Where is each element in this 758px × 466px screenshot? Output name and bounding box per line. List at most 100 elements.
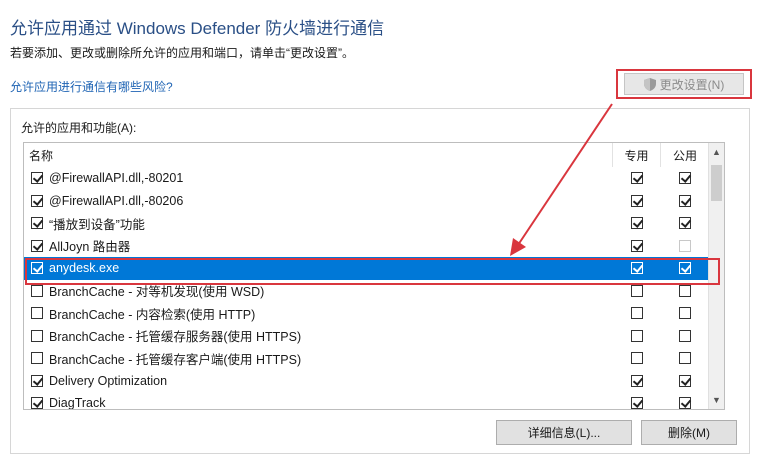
remove-button[interactable]: 删除(M): [641, 420, 737, 445]
enable-checkbox[interactable]: [31, 374, 43, 387]
public-cell: [661, 262, 709, 275]
table-row[interactable]: anydesk.exe: [24, 257, 724, 280]
private-cell: [613, 217, 661, 230]
column-header-name[interactable]: 名称: [24, 143, 613, 167]
app-name: anydesk.exe: [49, 261, 120, 276]
app-name-cell: BranchCache - 对等机发现(使用 WSD): [24, 281, 613, 300]
app-name: Delivery Optimization: [49, 373, 168, 388]
public-checkbox[interactable]: [679, 397, 691, 409]
table-row[interactable]: @FirewallAPI.dll,-80206: [24, 190, 724, 213]
private-checkbox[interactable]: [631, 352, 643, 365]
public-checkbox[interactable]: [679, 217, 691, 230]
private-checkbox[interactable]: [631, 262, 643, 275]
private-cell: [613, 239, 661, 252]
private-cell: [613, 262, 661, 275]
table-row[interactable]: Delivery Optimization: [24, 370, 724, 393]
app-name: “播放到设备”功能: [49, 217, 145, 232]
table-row[interactable]: BranchCache - 托管缓存客户端(使用 HTTPS): [24, 347, 724, 370]
public-checkbox[interactable]: [679, 262, 691, 275]
private-checkbox[interactable]: [631, 307, 643, 320]
app-name: BranchCache - 对等机发现(使用 WSD): [49, 285, 265, 300]
public-checkbox[interactable]: [679, 239, 691, 252]
public-cell: [661, 284, 709, 297]
shield-icon: [643, 77, 656, 91]
table-row[interactable]: @FirewallAPI.dll,-80201: [24, 167, 724, 190]
public-cell: [661, 307, 709, 320]
column-header-public[interactable]: 公用: [661, 143, 709, 167]
private-checkbox[interactable]: [631, 194, 643, 207]
app-name-cell: DiagTrack: [24, 396, 613, 409]
public-checkbox[interactable]: [679, 352, 691, 365]
private-cell: [613, 329, 661, 342]
app-name-cell: BranchCache - 托管缓存服务器(使用 HTTPS): [24, 326, 613, 345]
allowed-apps-group: 允许的应用和功能(A): 名称 专用 公用 @FirewallAPI.dll,-…: [10, 108, 750, 454]
enable-checkbox[interactable]: [31, 397, 43, 409]
page-title: 允许应用通过 Windows Defender 防火墙进行通信: [10, 19, 385, 38]
public-cell: [661, 239, 709, 252]
app-rows: @FirewallAPI.dll,-80201 @FirewallAPI.dll,…: [24, 167, 724, 409]
table-row[interactable]: BranchCache - 内容检索(使用 HTTP): [24, 302, 724, 325]
private-cell: [613, 194, 661, 207]
app-name: @FirewallAPI.dll,-80206: [49, 193, 184, 208]
allowed-apps-label: 允许的应用和功能(A):: [21, 121, 137, 135]
private-checkbox[interactable]: [631, 172, 643, 185]
app-name-cell: Delivery Optimization: [24, 374, 613, 388]
list-header: 名称 专用 公用: [24, 143, 724, 167]
scroll-up-icon[interactable]: ▲: [709, 143, 724, 161]
public-cell: [661, 329, 709, 342]
private-checkbox[interactable]: [631, 239, 643, 252]
app-name-cell: BranchCache - 内容检索(使用 HTTP): [24, 304, 613, 323]
app-name: AllJoyn 路由器: [49, 240, 131, 255]
enable-checkbox[interactable]: [31, 307, 43, 320]
app-name-cell: AllJoyn 路由器: [24, 236, 613, 255]
private-cell: [613, 172, 661, 185]
public-checkbox[interactable]: [679, 374, 691, 387]
table-row[interactable]: AllJoyn 路由器: [24, 235, 724, 258]
enable-checkbox[interactable]: [31, 194, 43, 207]
app-name-cell: anydesk.exe: [24, 261, 613, 275]
private-cell: [613, 284, 661, 297]
table-row[interactable]: DiagTrack: [24, 392, 724, 409]
public-cell: [661, 217, 709, 230]
enable-checkbox[interactable]: [31, 329, 43, 342]
private-cell: [613, 307, 661, 320]
app-name: BranchCache - 内容检索(使用 HTTP): [49, 307, 256, 322]
private-cell: [613, 352, 661, 365]
public-cell: [661, 374, 709, 387]
app-name-cell: @FirewallAPI.dll,-80206: [24, 194, 613, 208]
enable-checkbox[interactable]: [31, 352, 43, 365]
public-checkbox[interactable]: [679, 307, 691, 320]
table-row[interactable]: BranchCache - 对等机发现(使用 WSD): [24, 280, 724, 303]
private-checkbox[interactable]: [631, 284, 643, 297]
private-checkbox[interactable]: [631, 397, 643, 409]
scroll-down-icon[interactable]: ▼: [709, 391, 724, 409]
app-name-cell: @FirewallAPI.dll,-80201: [24, 171, 613, 185]
private-checkbox[interactable]: [631, 329, 643, 342]
enable-checkbox[interactable]: [31, 284, 43, 297]
details-button[interactable]: 详细信息(L)...: [496, 420, 632, 445]
private-checkbox[interactable]: [631, 374, 643, 387]
app-name: BranchCache - 托管缓存服务器(使用 HTTPS): [49, 330, 302, 345]
change-settings-button[interactable]: 更改设置(N): [624, 73, 744, 95]
enable-checkbox[interactable]: [31, 239, 43, 252]
change-settings-label: 更改设置(N): [659, 77, 725, 92]
column-header-private[interactable]: 专用: [613, 143, 661, 167]
private-checkbox[interactable]: [631, 217, 643, 230]
vertical-scrollbar[interactable]: ▲ ▼: [708, 143, 724, 409]
app-name-cell: BranchCache - 托管缓存客户端(使用 HTTPS): [24, 349, 613, 368]
scroll-thumb[interactable]: [711, 165, 722, 201]
page-subtitle: 若要添加、更改或删除所允许的应用和端口，请单击“更改设置”。: [10, 46, 354, 60]
table-row[interactable]: “播放到设备”功能: [24, 212, 724, 235]
allowed-apps-list[interactable]: 名称 专用 公用 @FirewallAPI.dll,-80201 @Firewal…: [23, 142, 725, 410]
public-cell: [661, 194, 709, 207]
public-checkbox[interactable]: [679, 172, 691, 185]
enable-checkbox[interactable]: [31, 172, 43, 185]
enable-checkbox[interactable]: [31, 262, 43, 275]
table-row[interactable]: BranchCache - 托管缓存服务器(使用 HTTPS): [24, 325, 724, 348]
public-checkbox[interactable]: [679, 329, 691, 342]
risk-link[interactable]: 允许应用进行通信有哪些风险?: [10, 78, 173, 95]
public-checkbox[interactable]: [679, 194, 691, 207]
public-checkbox[interactable]: [679, 284, 691, 297]
private-cell: [613, 397, 661, 409]
enable-checkbox[interactable]: [31, 217, 43, 230]
